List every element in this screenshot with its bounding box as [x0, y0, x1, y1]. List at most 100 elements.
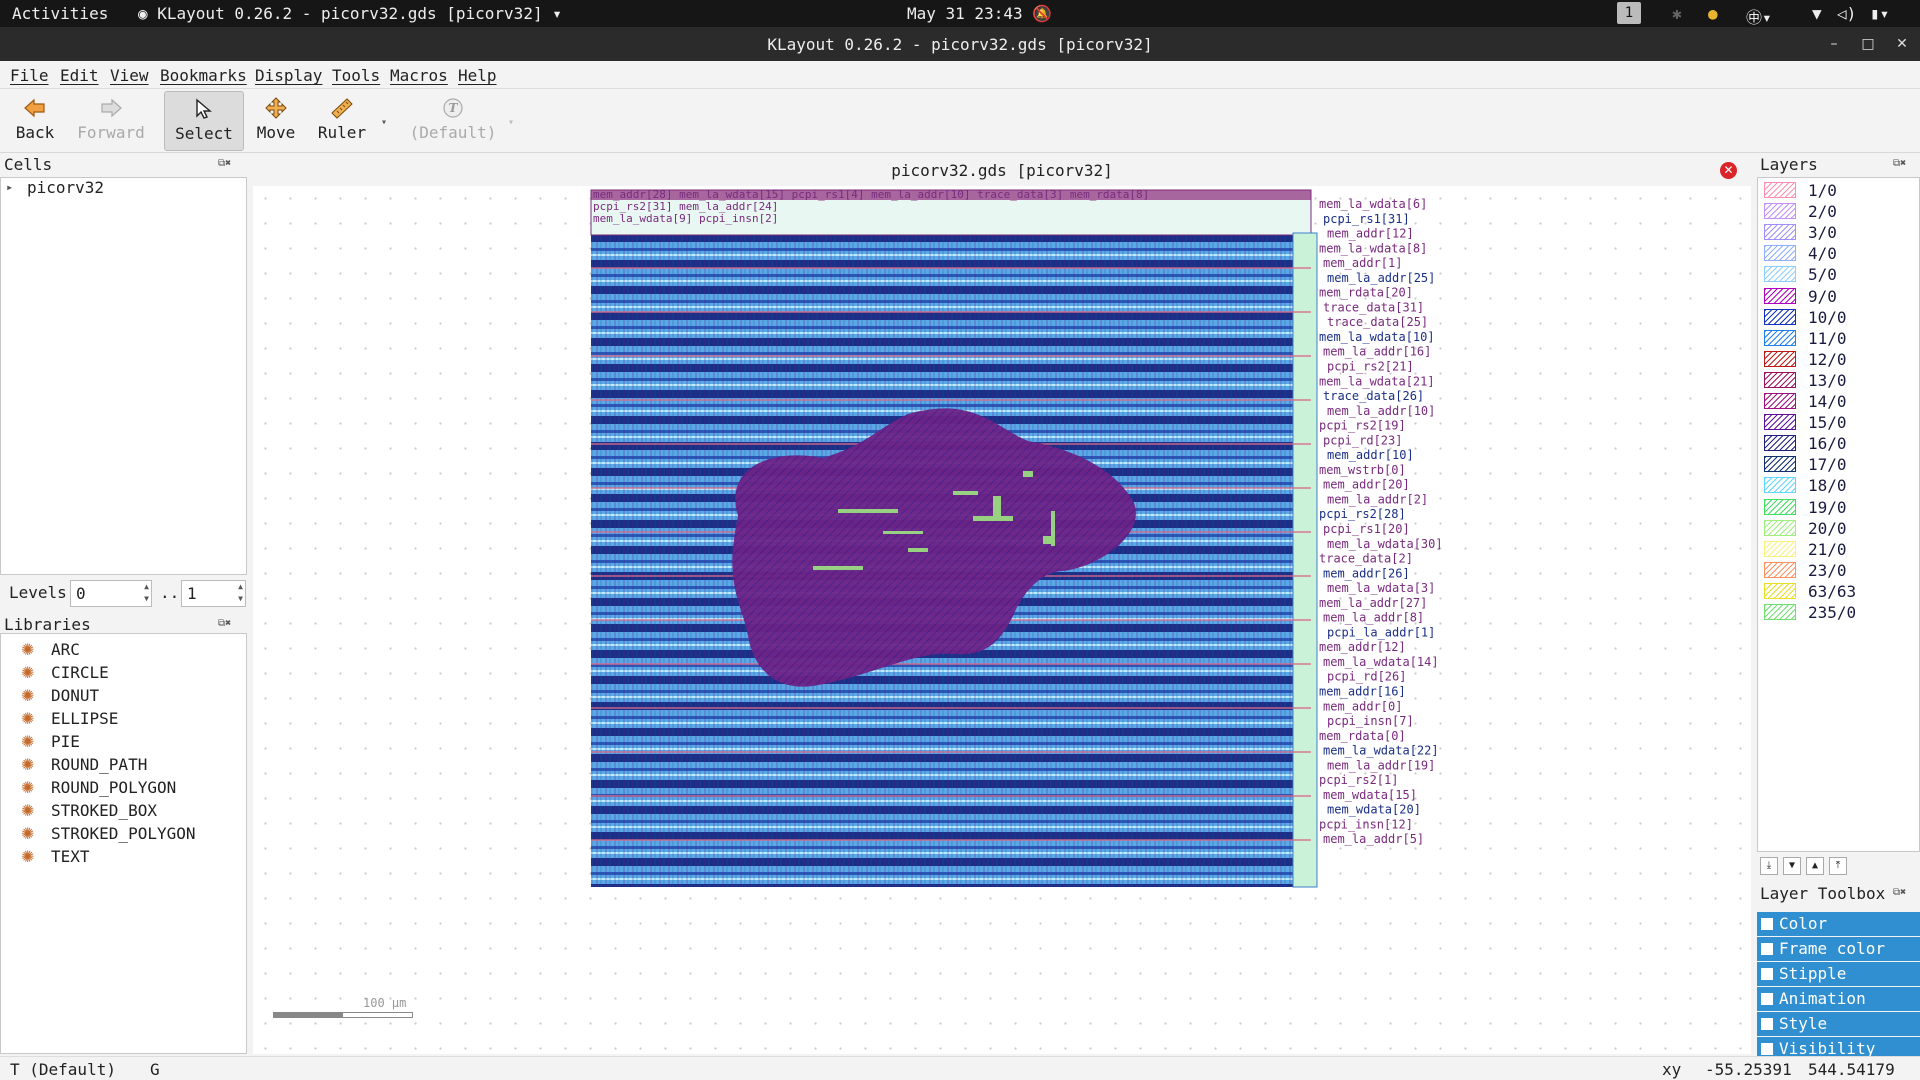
close-view-icon[interactable]: ✕: [1720, 162, 1737, 179]
spinbox-arrows-icon[interactable]: ▲ ▼: [238, 581, 243, 605]
layers-list[interactable]: 1/0 2/0 3/0 4/0 5/0 9/0 10/0 11/0 12/0 13/0 14/0 15…: [1757, 177, 1920, 852]
net-label: mem_la_wdata[10]: [1319, 330, 1435, 344]
library-item[interactable]: ✺ STROKED_BOX: [21, 801, 157, 820]
net-label-column: mem_la_wdata[6]pcpi_rs1[31]mem_addr[12]m…: [1319, 197, 1443, 846]
toolbox-color[interactable]: Color: [1757, 912, 1920, 937]
clock[interactable]: May 31 23:43 🔕: [907, 4, 1052, 23]
ruler-dropdown-icon[interactable]: ▾: [381, 117, 387, 128]
menu-display[interactable]: Display: [255, 66, 322, 85]
layer-row[interactable]: 17/0: [1764, 454, 1914, 474]
layer-row[interactable]: 63/63: [1764, 581, 1914, 601]
cells-tree[interactable]: ▸ picorv32: [0, 177, 247, 575]
menu-macros[interactable]: Macros: [390, 66, 448, 85]
layer-toolbox-controls[interactable]: ⧉✖: [1893, 887, 1906, 898]
layer-row[interactable]: 1/0: [1764, 180, 1914, 200]
layer-row[interactable]: 10/0: [1764, 307, 1914, 327]
levels-to-spinbox[interactable]: 1 ▲ ▼: [181, 580, 246, 607]
layer-swatch: [1764, 414, 1796, 431]
forward-arrow-icon: [101, 98, 122, 118]
library-item[interactable]: ✺ ARC: [21, 640, 80, 659]
ruler-tool-button[interactable]: Ruler: [314, 91, 370, 151]
toolbox-animation[interactable]: Animation: [1757, 987, 1920, 1012]
library-item[interactable]: ✺ CIRCLE: [21, 663, 109, 682]
library-item[interactable]: ✺ DONUT: [21, 686, 99, 705]
select-tool-button[interactable]: Select: [164, 91, 244, 151]
library-item[interactable]: ✺ TEXT: [21, 847, 90, 866]
move-to-bottom-icon[interactable]: ⤓: [1760, 857, 1778, 875]
layer-row[interactable]: 235/0: [1764, 602, 1914, 622]
layer-row[interactable]: 11/0: [1764, 328, 1914, 348]
library-item[interactable]: ✺ ROUND_POLYGON: [21, 778, 176, 797]
layer-row[interactable]: 16/0: [1764, 433, 1914, 453]
ruler-label: Ruler: [317, 123, 367, 142]
libraries-panel-controls[interactable]: ⧉✖: [218, 618, 231, 629]
expand-arrow-icon[interactable]: ▸: [6, 180, 13, 194]
library-item[interactable]: ✺ ROUND_PATH: [21, 755, 147, 774]
app-menu-indicator[interactable]: ◉ KLayout 0.26.2 - picorv32.gds [picorv3…: [138, 4, 562, 23]
layer-row[interactable]: 14/0: [1764, 391, 1914, 411]
toolbox-stipple[interactable]: Stipple: [1757, 962, 1920, 987]
input-method-icon[interactable]: ㊥▾: [1746, 4, 1772, 28]
activities-button[interactable]: Activities: [12, 4, 108, 23]
move-to-top-icon[interactable]: ⤒: [1829, 857, 1847, 875]
move-tool-button[interactable]: Move: [252, 91, 300, 151]
library-item[interactable]: ✺ ELLIPSE: [21, 709, 118, 728]
toolbox-label: Stipple: [1779, 964, 1847, 983]
layer-row[interactable]: 13/0: [1764, 370, 1914, 390]
layer-row[interactable]: 20/0: [1764, 518, 1914, 538]
cell-item-picorv32[interactable]: picorv32: [27, 178, 104, 197]
toolbox-frame-color[interactable]: Frame color: [1757, 937, 1920, 962]
workspace-indicator[interactable]: 1: [1617, 2, 1641, 24]
layer-row[interactable]: 9/0: [1764, 286, 1914, 306]
layer-row[interactable]: 3/0: [1764, 222, 1914, 242]
maximize-icon[interactable]: □: [1857, 33, 1879, 55]
forward-button[interactable]: Forward: [72, 91, 150, 151]
volume-icon[interactable]: ◁): [1837, 4, 1856, 23]
net-label: pcpi_rs2[21]: [1327, 360, 1414, 374]
text-default-dropdown-icon[interactable]: ▾: [508, 117, 514, 128]
layer-row[interactable]: 19/0: [1764, 497, 1914, 517]
minimize-icon[interactable]: –: [1823, 33, 1845, 55]
library-item[interactable]: ✺ PIE: [21, 732, 80, 751]
menu-tools[interactable]: Tools: [332, 66, 380, 85]
clock-label: May 31 23:43: [907, 4, 1023, 23]
net-label: mem_addr[12]: [1319, 640, 1406, 654]
layer-row[interactable]: 15/0: [1764, 412, 1914, 432]
window-title: KLayout 0.26.2 - picorv32.gds [picorv32]: [767, 35, 1153, 54]
library-item[interactable]: ✺ STROKED_POLYGON: [21, 824, 196, 843]
bluetooth-icon[interactable]: ✱: [1672, 4, 1682, 23]
window-titlebar[interactable]: KLayout 0.26.2 - picorv32.gds [picorv32]…: [0, 27, 1920, 61]
back-button[interactable]: Back: [6, 91, 64, 151]
text-default-button[interactable]: T (Default): [406, 91, 500, 151]
battery-icon[interactable]: ▮▾: [1870, 4, 1889, 23]
wifi-icon[interactable]: ▼: [1812, 4, 1822, 23]
levels-to-value: 1: [187, 584, 197, 603]
close-window-icon[interactable]: ✕: [1891, 33, 1913, 55]
net-label: pcpi_rs2[28]: [1319, 507, 1406, 521]
move-down-icon[interactable]: ▼: [1783, 857, 1801, 875]
layout-canvas[interactable]: mem_la_wdata[6] pcpi_rs1[31] mem_addr[12] m…: [253, 186, 1751, 1054]
layer-row[interactable]: 4/0: [1764, 243, 1914, 263]
cells-panel-controls[interactable]: ⧉✖: [218, 158, 231, 169]
layer-row[interactable]: 23/0: [1764, 560, 1914, 580]
layout-view-tab[interactable]: picorv32.gds [picorv32] ✕: [253, 156, 1751, 186]
tray-app-icon[interactable]: ●: [1708, 4, 1718, 23]
layer-row[interactable]: 2/0: [1764, 201, 1914, 221]
move-up-icon[interactable]: ▲: [1806, 857, 1824, 875]
layer-row[interactable]: 12/0: [1764, 349, 1914, 369]
menu-view[interactable]: View: [110, 66, 149, 85]
menu-bookmarks[interactable]: Bookmarks: [160, 66, 247, 85]
net-label: mem_rdata[0]: [1319, 729, 1406, 743]
levels-from-spinbox[interactable]: 0 ▲ ▼: [70, 580, 152, 607]
layer-row[interactable]: 18/0: [1764, 475, 1914, 495]
libraries-tree[interactable]: ✺ ARC ✺ CIRCLE ✺ DONUT ✺ ELLIPSE ✺ PIE ✺ ROUND…: [0, 633, 247, 1054]
layers-panel-controls[interactable]: ⧉✖: [1893, 158, 1906, 169]
net-label: mem_addr[0]: [1323, 699, 1402, 713]
spinbox-arrows-icon[interactable]: ▲ ▼: [144, 581, 149, 605]
menu-file[interactable]: File: [10, 66, 49, 85]
layer-row[interactable]: 5/0: [1764, 264, 1914, 284]
toolbox-style[interactable]: Style: [1757, 1012, 1920, 1037]
layer-row[interactable]: 21/0: [1764, 539, 1914, 559]
menu-edit[interactable]: Edit: [60, 66, 99, 85]
menu-help[interactable]: Help: [458, 66, 497, 85]
